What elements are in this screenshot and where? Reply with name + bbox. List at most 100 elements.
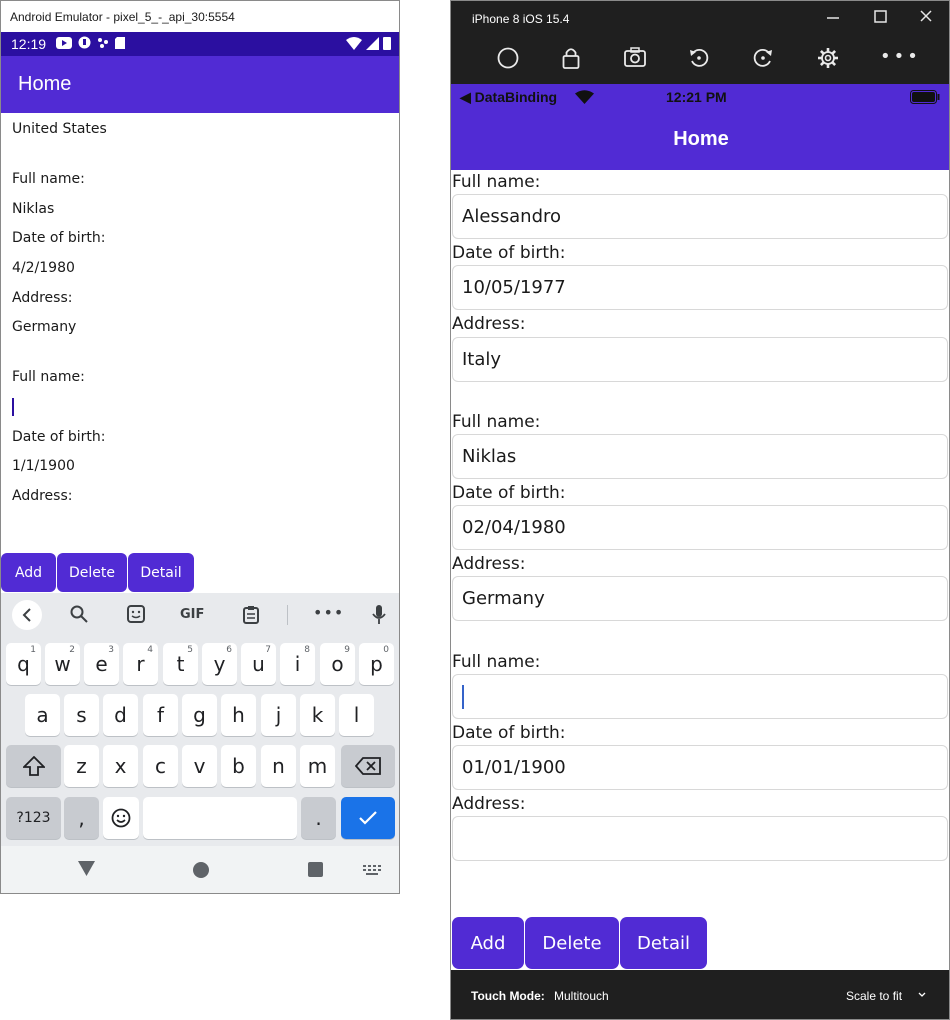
key-s[interactable]: s — [64, 694, 99, 736]
chevron-down-icon[interactable] — [918, 992, 926, 998]
sticker-icon[interactable] — [127, 605, 145, 627]
space-key[interactable] — [143, 797, 297, 839]
lock-icon[interactable] — [562, 47, 580, 74]
minimize-icon[interactable] — [827, 10, 839, 28]
toolbar-divider — [287, 605, 288, 625]
key-a[interactable]: a — [25, 694, 60, 736]
delete-button[interactable]: Delete — [57, 553, 127, 592]
key-t[interactable]: t5 — [163, 643, 198, 685]
key-v[interactable]: v — [182, 745, 217, 787]
backspace-key[interactable] — [341, 745, 395, 787]
full-name-field[interactable]: Alessandro — [452, 194, 948, 239]
full-name-field[interactable] — [452, 674, 948, 719]
delete-button[interactable]: Delete — [525, 917, 619, 969]
field-value: Alessandro — [462, 206, 562, 227]
key-f[interactable]: f — [143, 694, 178, 736]
key-u[interactable]: u7 — [241, 643, 276, 685]
detail-button[interactable]: Detail — [128, 553, 194, 592]
back-to-app[interactable]: ◀ DataBinding — [460, 89, 557, 106]
dob-field[interactable]: 01/01/1900 — [452, 745, 948, 790]
symbols-key[interactable]: ?123 — [6, 797, 61, 839]
key-r[interactable]: r4 — [123, 643, 158, 685]
search-icon[interactable] — [70, 605, 88, 627]
shift-key[interactable] — [6, 745, 61, 787]
ios-status-bar: ◀ DataBinding 12:21 PM — [451, 84, 949, 110]
more-icon[interactable]: ••• — [880, 46, 921, 67]
gear-icon[interactable] — [817, 47, 839, 74]
key-c[interactable]: c — [143, 745, 178, 787]
key-hint: 9 — [344, 645, 350, 655]
address-value[interactable]: Germany — [12, 319, 76, 335]
key-k[interactable]: k — [300, 694, 335, 736]
address-field[interactable] — [452, 816, 948, 861]
keyboard-switch-icon[interactable] — [363, 865, 381, 875]
period-key[interactable]: . — [301, 797, 336, 839]
mic-icon[interactable] — [372, 605, 386, 629]
key-q[interactable]: q1 — [6, 643, 41, 685]
rotate-left-icon[interactable] — [688, 47, 710, 74]
comma-key[interactable]: , — [64, 797, 99, 839]
maximize-icon[interactable] — [874, 10, 887, 27]
key-hint: 5 — [187, 645, 193, 655]
ios-simulator-toolbar: ••• — [451, 38, 949, 84]
address-field[interactable]: Italy — [452, 337, 948, 382]
android-button-bar: Add Delete Detail — [1, 553, 195, 592]
more-icon[interactable]: ••• — [313, 603, 344, 622]
gif-button[interactable]: GIF — [180, 607, 204, 622]
key-b[interactable]: b — [221, 745, 256, 787]
key-y[interactable]: y6 — [202, 643, 237, 685]
key-i[interactable]: i8 — [280, 643, 315, 685]
field-value: Italy — [462, 349, 502, 370]
clipboard-icon[interactable] — [243, 605, 259, 628]
ios-simulator-window: iPhone 8 iOS 15.4 ••• ◀ DataBinding 12:2… — [450, 0, 950, 1020]
done-key[interactable] — [341, 797, 395, 839]
key-p[interactable]: p0 — [359, 643, 394, 685]
sd-card-icon — [115, 36, 126, 52]
key-hint: 4 — [147, 645, 153, 655]
screenshot-icon[interactable] — [624, 47, 646, 72]
dob-value[interactable]: 4/2/1980 — [12, 260, 75, 276]
close-icon[interactable] — [920, 10, 932, 26]
nav-back-icon[interactable] — [78, 861, 95, 876]
text-cursor[interactable] — [12, 398, 14, 416]
key-d[interactable]: d — [103, 694, 138, 736]
key-l[interactable]: l — [339, 694, 374, 736]
add-button[interactable]: Add — [452, 917, 524, 969]
android-status-bar: 12:19 — [1, 32, 399, 56]
address-field[interactable]: Germany — [452, 576, 948, 621]
key-o[interactable]: o9 — [320, 643, 355, 685]
emoji-key[interactable] — [103, 797, 139, 839]
key-e[interactable]: e3 — [84, 643, 119, 685]
rotate-right-icon[interactable] — [752, 47, 774, 74]
address-label: Address: — [12, 488, 73, 504]
scale-to-fit[interactable]: Scale to fit — [846, 989, 902, 1003]
key-g[interactable]: g — [182, 694, 217, 736]
soft-keyboard: GIF ••• q1 w2 e3 r4 t5 y6 u7 i8 o9 p0 a … — [1, 593, 399, 846]
key-h[interactable]: h — [221, 694, 256, 736]
key-m[interactable]: m — [300, 745, 335, 787]
full-name-value[interactable]: Niklas — [12, 201, 54, 217]
nav-recents-icon[interactable] — [308, 862, 323, 877]
ios-button-bar: Add Delete Detail — [452, 917, 708, 969]
key-z[interactable]: z — [64, 745, 99, 787]
key-n[interactable]: n — [261, 745, 296, 787]
back-icon[interactable] — [12, 600, 42, 630]
add-button[interactable]: Add — [1, 553, 56, 592]
home-button-icon[interactable] — [497, 47, 519, 74]
android-nav-bar — [1, 846, 399, 893]
key-hint: 2 — [69, 645, 75, 655]
nav-home-icon[interactable] — [193, 862, 209, 878]
touch-mode-value[interactable]: Multitouch — [554, 989, 609, 1003]
dob-field[interactable]: 10/05/1977 — [452, 265, 948, 310]
address-label: Address: — [452, 314, 526, 334]
field-value: Niklas — [462, 446, 517, 467]
address-label: Address: — [452, 794, 526, 814]
dob-label: Date of birth: — [12, 429, 106, 445]
key-x[interactable]: x — [103, 745, 138, 787]
key-w[interactable]: w2 — [45, 643, 80, 685]
key-j[interactable]: j — [261, 694, 296, 736]
dob-value[interactable]: 1/1/1900 — [12, 458, 75, 474]
detail-button[interactable]: Detail — [620, 917, 707, 969]
dob-field[interactable]: 02/04/1980 — [452, 505, 948, 550]
full-name-field[interactable]: Niklas — [452, 434, 948, 479]
